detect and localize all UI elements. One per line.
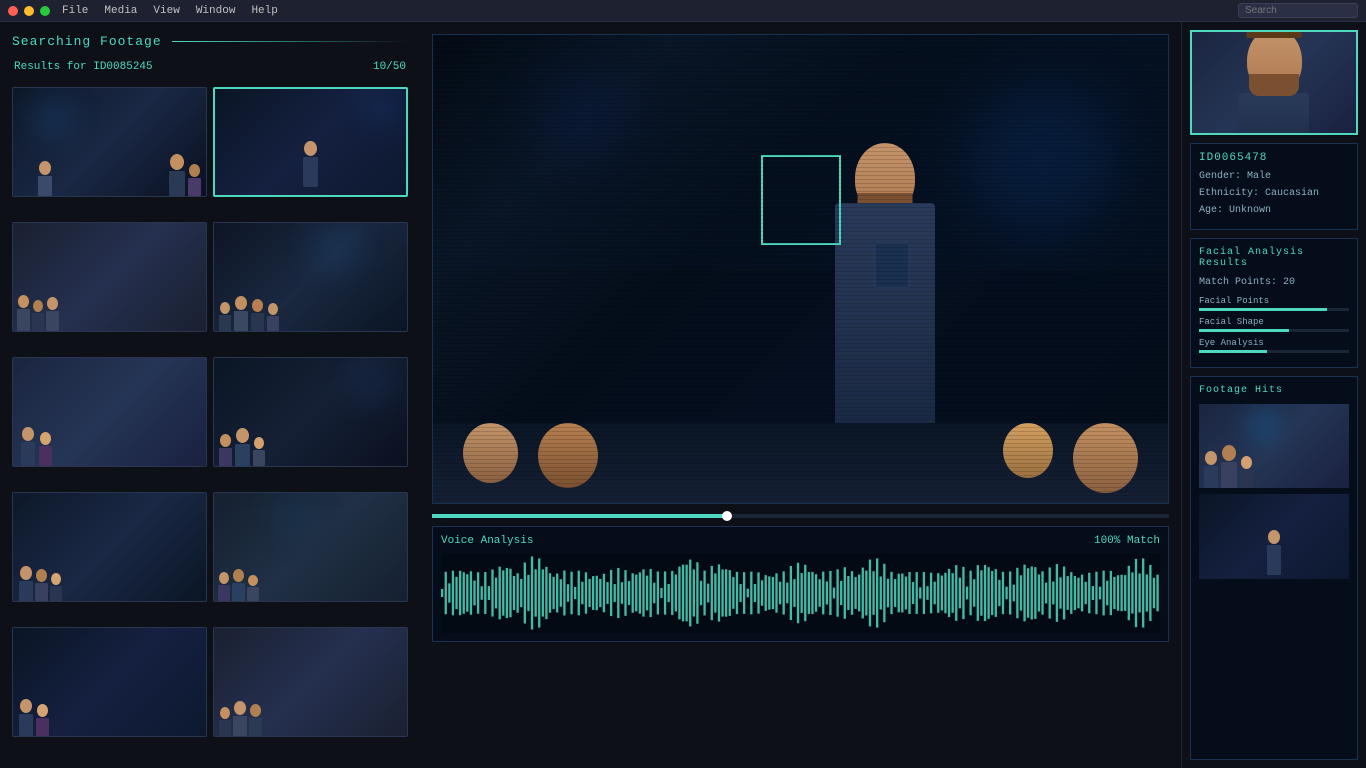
right-panel: ID0065478 Gender: Male Ethnicity: Caucas… — [1181, 22, 1366, 768]
main-video[interactable] — [432, 34, 1169, 504]
voice-analysis-section: Voice Analysis 100% Match — [432, 526, 1169, 642]
results-count: 10/50 — [373, 61, 406, 73]
id-info-box: ID0065478 Gender: Male Ethnicity: Caucas… — [1190, 143, 1358, 230]
thumbnail-6[interactable] — [213, 357, 408, 467]
match-label: 100% Match — [1094, 535, 1160, 547]
menu-bar: File Media View Window Help — [62, 5, 278, 17]
menu-help[interactable]: Help — [251, 5, 277, 17]
waveform-svg — [441, 553, 1160, 633]
menu-window[interactable]: Window — [196, 5, 236, 17]
menu-view[interactable]: View — [153, 5, 179, 17]
left-panel: Searching Footage Results for ID0085245 … — [0, 22, 420, 768]
speaker-figure — [745, 83, 1025, 423]
speaker-body — [835, 203, 935, 423]
id-gender: Gender: Male — [1199, 170, 1349, 184]
waveform-container — [441, 553, 1160, 633]
facial-points-row: Facial Points — [1199, 296, 1349, 311]
facial-analysis-title: Facial Analysis Results — [1199, 247, 1349, 269]
hit-thumbnail-2[interactable] — [1199, 494, 1349, 578]
voice-analysis-label: Voice Analysis — [441, 535, 533, 547]
thumbnail-9[interactable] — [12, 627, 207, 737]
face-preview — [1190, 30, 1358, 135]
menu-file[interactable]: File — [62, 5, 88, 17]
main-layout: Searching Footage Results for ID0085245 … — [0, 22, 1366, 768]
progress-line — [172, 41, 408, 42]
match-points: Match Points: 20 — [1199, 277, 1349, 288]
thumbnail-2[interactable] — [213, 87, 408, 197]
window-controls — [8, 6, 50, 16]
facial-points-label: Facial Points — [1199, 296, 1349, 306]
titlebar: File Media View Window Help — [0, 0, 1366, 22]
thumbnail-5[interactable] — [12, 357, 207, 467]
eye-analysis-row: Eye Analysis — [1199, 338, 1349, 353]
thumbnails-grid — [12, 87, 408, 756]
facial-analysis-box: Facial Analysis Results Match Points: 20… — [1190, 238, 1358, 368]
results-row: Results for ID0085245 10/50 — [12, 61, 408, 73]
close-button[interactable] — [8, 6, 18, 16]
search-input[interactable] — [1238, 3, 1358, 18]
preview-person — [1234, 30, 1314, 135]
id-ethnicity: Ethnicity: Caucasian — [1199, 187, 1349, 201]
facial-shape-label: Facial Shape — [1199, 317, 1349, 327]
thumbnail-1[interactable] — [12, 87, 207, 197]
facial-shape-row: Facial Shape — [1199, 317, 1349, 332]
thumbnail-3[interactable] — [12, 222, 207, 332]
section-header: Searching Footage — [12, 34, 408, 49]
video-scrubber[interactable] — [432, 514, 1169, 518]
thumbnail-7[interactable] — [12, 492, 207, 602]
id-age: Age: Unknown — [1199, 204, 1349, 218]
center-panel: Voice Analysis 100% Match — [420, 22, 1181, 768]
maximize-button[interactable] — [40, 6, 50, 16]
face-tracking-box — [761, 155, 841, 245]
thumbnail-4[interactable] — [213, 222, 408, 332]
eye-analysis-label: Eye Analysis — [1199, 338, 1349, 348]
minimize-button[interactable] — [24, 6, 34, 16]
thumbnail-10[interactable] — [213, 627, 408, 737]
hit-thumbnail-1[interactable] — [1199, 404, 1349, 488]
thumbnail-8[interactable] — [213, 492, 408, 602]
section-title: Searching Footage — [12, 34, 162, 49]
id-number: ID0065478 — [1199, 152, 1349, 164]
footage-hits-title: Footage Hits — [1199, 385, 1349, 396]
menu-media[interactable]: Media — [104, 5, 137, 17]
footage-hits-box: Footage Hits — [1190, 376, 1358, 760]
results-label: Results for ID0085245 — [14, 61, 153, 73]
